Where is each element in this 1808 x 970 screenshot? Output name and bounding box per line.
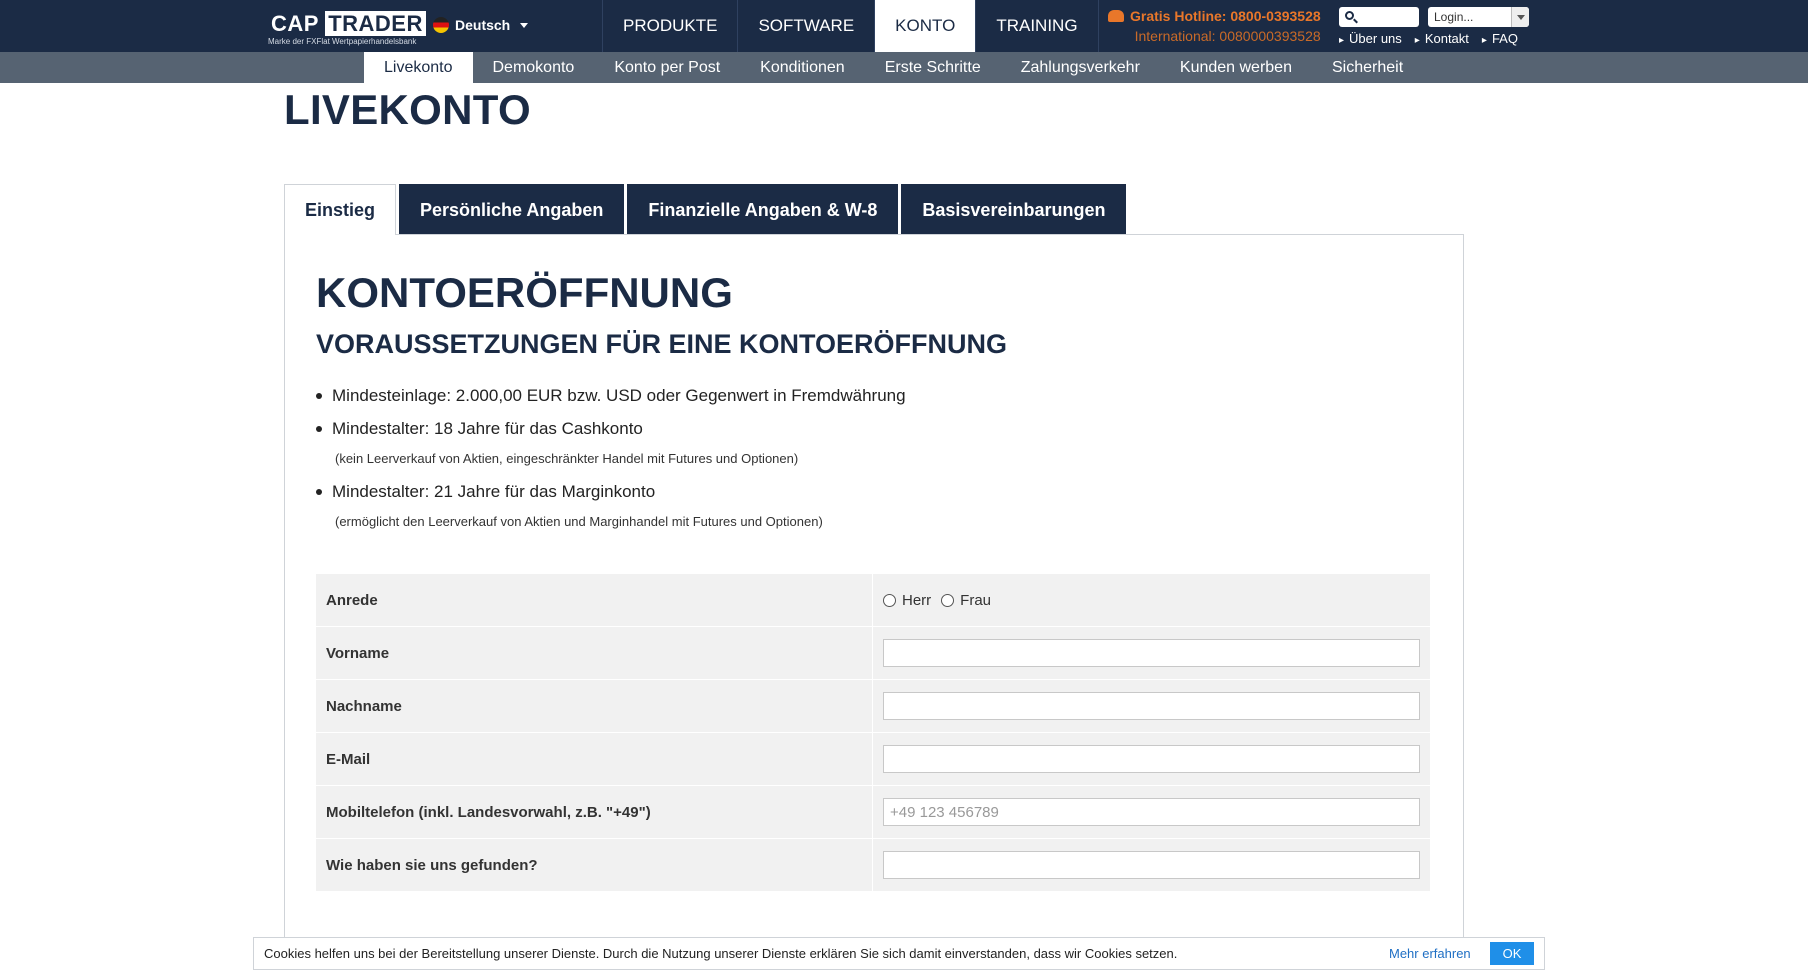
anrede-label: Anrede (316, 574, 873, 626)
email-field[interactable] (883, 745, 1420, 773)
main-nav: PRODUKTE SOFTWARE KONTO TRAINING (602, 0, 1099, 52)
hotline: Gratis Hotline: 0800-0393528 Internation… (1108, 8, 1321, 44)
bullet-icon (316, 426, 322, 432)
chevron-down-icon (1511, 7, 1529, 27)
section-heading: KONTOERÖFFNUNG (316, 269, 733, 316)
top-links: Über uns Kontakt FAQ (1339, 31, 1518, 46)
main-nav-konto[interactable]: KONTO (875, 0, 977, 52)
cookie-ok-button[interactable]: OK (1490, 942, 1534, 965)
radio-herr-label: Herr (902, 591, 932, 609)
tab-basisvereinbarungen[interactable]: Basisvereinbarungen (901, 184, 1127, 235)
subnav-kunden-werben[interactable]: Kunden werben (1160, 52, 1312, 83)
subnav-erste-schritte[interactable]: Erste Schritte (865, 52, 1001, 83)
section-subheading: VORAUSSETZUNGEN FÜR EINE KONTOERÖFFNUNG (316, 329, 1008, 359)
german-flag-icon (433, 17, 449, 33)
subnav-demokonto[interactable]: Demokonto (473, 52, 595, 83)
requirement-text: Mindesteinlage: 2.000,00 EUR bzw. USD od… (332, 386, 906, 405)
radio-frau[interactable]: Frau (941, 592, 991, 609)
requirement-text: Mindestalter: 21 Jahre für das Marginkon… (332, 482, 656, 501)
subnav-konto-per-post[interactable]: Konto per Post (594, 52, 740, 83)
form-row-found: Wie haben sie uns gefunden? (316, 839, 1430, 892)
signup-form: Anrede Herr Frau Vorname Nachname E-Mail… (316, 574, 1430, 892)
main-nav-software[interactable]: SOFTWARE (738, 0, 876, 52)
list-item: Mindestalter: 18 Jahre für das Cashkonto (316, 418, 1416, 440)
subnav-konditionen[interactable]: Konditionen (740, 52, 865, 83)
list-item: Mindestalter: 21 Jahre für das Marginkon… (316, 481, 1416, 503)
form-row-vorname: Vorname (316, 627, 1430, 680)
search-icon (1345, 11, 1354, 20)
anrede-options: Herr Frau (873, 574, 1430, 626)
cookie-more-link[interactable]: Mehr erfahren (1389, 946, 1471, 961)
logo-cap: CAP (271, 11, 319, 36)
subnav-zahlungsverkehr[interactable]: Zahlungsverkehr (1001, 52, 1160, 83)
hotline-text: Gratis Hotline: 0800-0393528 (1130, 8, 1321, 24)
nachname-field[interactable] (883, 692, 1420, 720)
link-ueber-uns[interactable]: Über uns (1339, 31, 1402, 46)
cookie-banner: Cookies helfen uns bei der Bereitstellun… (253, 937, 1545, 970)
hotline-free[interactable]: Gratis Hotline: 0800-0393528 (1108, 8, 1321, 24)
form-row-mobil: Mobiltelefon (inkl. Landesvorwahl, z.B. … (316, 786, 1430, 839)
logo-tagline: Marke der FXFlat Wertpapierhandelsbank (268, 37, 417, 46)
login-select[interactable]: Login... (1428, 7, 1529, 27)
tab-einstieg[interactable]: Einstieg (284, 184, 397, 235)
subnav-livekonto[interactable]: Livekonto (364, 52, 473, 83)
main-nav-training[interactable]: TRAINING (976, 0, 1099, 52)
chevron-down-icon (520, 22, 529, 28)
link-kontakt[interactable]: Kontakt (1415, 31, 1469, 46)
main-nav-produkte[interactable]: PRODUKTE (603, 0, 739, 52)
requirement-note: (kein Leerverkauf von Aktien, eingeschrä… (335, 451, 799, 466)
link-faq[interactable]: FAQ (1482, 31, 1518, 46)
logo[interactable]: CAP TRADER Marke der FXFlat Wertpapierha… (268, 11, 426, 46)
found-label: Wie haben sie uns gefunden? (316, 839, 873, 891)
subnav-sicherheit[interactable]: Sicherheit (1312, 52, 1423, 83)
email-label: E-Mail (316, 733, 873, 785)
bullet-icon (316, 489, 322, 495)
logo-trader: TRADER (325, 11, 426, 36)
mobil-label: Mobiltelefon (inkl. Landesvorwahl, z.B. … (316, 786, 873, 838)
search-input[interactable] (1359, 7, 1417, 27)
tab-persoenliche-angaben[interactable]: Persönliche Angaben (399, 184, 625, 235)
requirements-list: Mindesteinlage: 2.000,00 EUR bzw. USD od… (316, 385, 1416, 544)
form-row-email: E-Mail (316, 733, 1430, 786)
found-field[interactable] (883, 851, 1420, 879)
logo-brand: CAP TRADER (271, 11, 426, 36)
radio-circle-icon[interactable] (883, 593, 896, 607)
form-row-nachname: Nachname (316, 680, 1430, 733)
tab-panel: KONTOERÖFFNUNG VORAUSSETZUNGEN FÜR EINE … (284, 234, 1464, 970)
top-header: CAP TRADER Marke der FXFlat Wertpapierha… (0, 0, 1808, 52)
sub-nav: Livekonto Demokonto Konto per Post Kondi… (0, 52, 1808, 83)
step-tabs: Einstieg Persönliche Angaben Finanzielle… (284, 184, 1127, 235)
bullet-icon (316, 393, 322, 399)
radio-frau-label: Frau (960, 591, 992, 609)
mobil-field[interactable] (883, 798, 1420, 826)
form-row-anrede: Anrede Herr Frau (316, 574, 1430, 627)
radio-herr[interactable]: Herr (883, 592, 931, 609)
radio-circle-icon[interactable] (941, 593, 955, 607)
requirement-note: (ermöglicht den Leerverkauf von Aktien u… (335, 514, 823, 529)
hotline-international[interactable]: International: 0080000393528 (1108, 28, 1321, 44)
language-selector[interactable]: Deutsch (433, 17, 529, 33)
cookie-text: Cookies helfen uns bei der Bereitstellun… (264, 946, 1178, 961)
phone-icon (1108, 10, 1124, 22)
vorname-label: Vorname (316, 627, 873, 679)
page-title: LIVEKONTO (284, 86, 531, 133)
nachname-label: Nachname (316, 680, 873, 732)
search-box[interactable] (1339, 7, 1419, 27)
list-item: Mindesteinlage: 2.000,00 EUR bzw. USD od… (316, 385, 1416, 407)
login-label: Login... (1434, 10, 1474, 24)
language-label: Deutsch (455, 17, 511, 33)
requirement-text: Mindestalter: 18 Jahre für das Cashkonto (332, 419, 643, 438)
tab-finanzielle-angaben[interactable]: Finanzielle Angaben & W-8 (627, 184, 899, 235)
vorname-field[interactable] (883, 639, 1420, 667)
